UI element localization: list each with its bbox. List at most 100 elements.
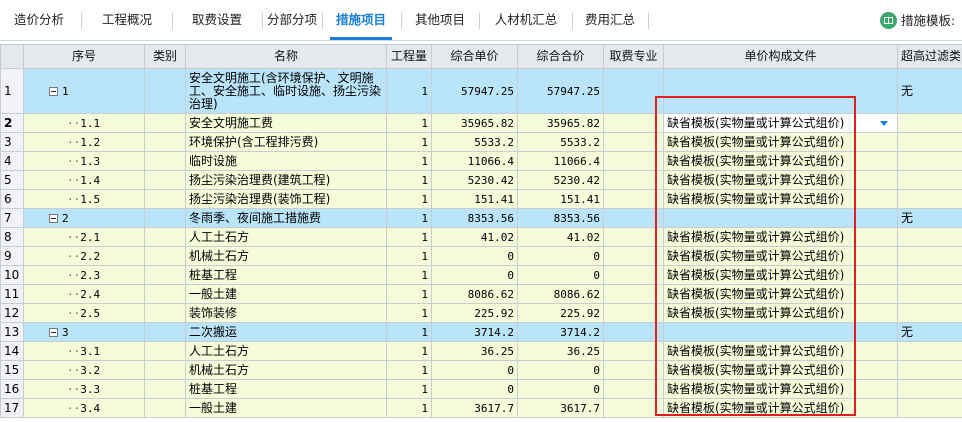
height-filter-cell[interactable] xyxy=(897,170,962,190)
fee-specialty-cell[interactable] xyxy=(603,379,664,399)
height-filter-cell[interactable] xyxy=(897,132,962,152)
seq-cell[interactable]: ··3.4 xyxy=(23,398,145,418)
name-cell[interactable]: 临时设施 xyxy=(185,151,387,171)
row-number[interactable]: 17 xyxy=(0,398,24,418)
height-filter-cell[interactable]: 无 xyxy=(897,68,962,114)
height-filter-cell[interactable]: 无 xyxy=(897,322,962,342)
seq-cell[interactable]: ··1.3 xyxy=(23,151,145,171)
category-cell[interactable] xyxy=(144,151,186,171)
total-price-cell[interactable]: 0 xyxy=(517,360,604,380)
table-row[interactable]: 15 ··3.2 机械土石方 1 0 0 缺省模板(实物量或计算公式组价) xyxy=(0,360,962,380)
fee-specialty-cell[interactable] xyxy=(603,227,664,247)
category-cell[interactable] xyxy=(144,379,186,399)
category-cell[interactable] xyxy=(144,322,186,342)
seq-cell[interactable]: 3 xyxy=(23,322,145,342)
header-unit-price-file[interactable]: 单价构成文件 xyxy=(663,44,898,69)
header-fee-specialty[interactable]: 取费专业 xyxy=(603,44,664,69)
table-row[interactable]: 7 2 冬雨季、夜间施工措施费 1 8353.56 8353.56 无 xyxy=(0,208,962,228)
total-price-cell[interactable]: 0 xyxy=(517,265,604,285)
name-cell[interactable]: 人工土石方 xyxy=(185,227,387,247)
tab-cost-analysis[interactable]: 造价分析 xyxy=(4,0,74,40)
fee-specialty-cell[interactable] xyxy=(603,208,664,228)
tab-fee-settings[interactable]: 取费设置 xyxy=(174,0,260,40)
fee-specialty-cell[interactable] xyxy=(603,189,664,209)
row-number[interactable]: 2 xyxy=(0,113,24,133)
fee-specialty-cell[interactable] xyxy=(603,132,664,152)
name-cell[interactable]: 安全文明施工(含环境保护、文明施工、安全施工、临时设施、扬尘污染治理) xyxy=(185,68,387,114)
seq-cell[interactable]: ··2.2 xyxy=(23,246,145,266)
quantity-cell[interactable]: 1 xyxy=(386,284,432,304)
seq-cell[interactable]: ··3.3 xyxy=(23,379,145,399)
height-filter-cell[interactable] xyxy=(897,284,962,304)
table-row[interactable]: 12 ··2.5 装饰装修 1 225.92 225.92 缺省模板(实物量或计算公式组价) xyxy=(0,303,962,323)
seq-cell[interactable]: ··2.3 xyxy=(23,265,145,285)
fee-specialty-cell[interactable] xyxy=(603,246,664,266)
unit-price-cell[interactable]: 0 xyxy=(431,379,518,399)
header-seq[interactable]: 序号 xyxy=(23,44,145,69)
seq-cell[interactable]: 1 xyxy=(23,68,145,114)
table-row[interactable]: 1 1 安全文明施工(含环境保护、文明施工、安全施工、临时设施、扬尘污染治理) 1 57… xyxy=(0,68,962,114)
unit-price-cell[interactable]: 41.02 xyxy=(431,227,518,247)
table-row[interactable]: 16 ··3.3 桩基工程 1 0 0 缺省模板(实物量或计算公式组价) xyxy=(0,379,962,399)
category-cell[interactable] xyxy=(144,68,186,114)
row-number[interactable]: 7 xyxy=(0,208,24,228)
seq-cell[interactable]: ··1.5 xyxy=(23,189,145,209)
height-filter-cell[interactable] xyxy=(897,189,962,209)
table-row[interactable]: 9 ··2.2 机械土石方 1 0 0 缺省模板(实物量或计算公式组价) xyxy=(0,246,962,266)
total-price-cell[interactable]: 5230.42 xyxy=(517,170,604,190)
unit-price-cell[interactable]: 3714.2 xyxy=(431,322,518,342)
total-price-cell[interactable]: 57947.25 xyxy=(517,68,604,114)
fee-specialty-cell[interactable] xyxy=(603,322,664,342)
category-cell[interactable] xyxy=(144,398,186,418)
unit-price-cell[interactable]: 225.92 xyxy=(431,303,518,323)
table-row[interactable]: 5 ··1.4 扬尘污染治理费(建筑工程) 1 5230.42 5230.42 缺省模板(实… xyxy=(0,170,962,190)
height-filter-cell[interactable] xyxy=(897,265,962,285)
row-number[interactable]: 9 xyxy=(0,246,24,266)
quantity-cell[interactable]: 1 xyxy=(386,132,432,152)
unit-price-file-cell[interactable]: 缺省模板(实物量或计算公式组价) xyxy=(663,227,898,247)
total-price-cell[interactable]: 5533.2 xyxy=(517,132,604,152)
fee-specialty-cell[interactable] xyxy=(603,68,664,114)
unit-price-cell[interactable]: 0 xyxy=(431,246,518,266)
table-row[interactable]: 10 ··2.3 桩基工程 1 0 0 缺省模板(实物量或计算公式组价) xyxy=(0,265,962,285)
table-row[interactable]: 4 ··1.3 临时设施 1 11066.4 11066.4 缺省模板(实物量或计算公式组价… xyxy=(0,151,962,171)
fee-specialty-cell[interactable] xyxy=(603,398,664,418)
name-cell[interactable]: 扬尘污染治理费(建筑工程) xyxy=(185,170,387,190)
header-total-price[interactable]: 综合合价 xyxy=(517,44,604,69)
unit-price-cell[interactable]: 8353.56 xyxy=(431,208,518,228)
fee-specialty-cell[interactable] xyxy=(603,113,664,133)
height-filter-cell[interactable] xyxy=(897,227,962,247)
height-filter-cell[interactable] xyxy=(897,341,962,361)
total-price-cell[interactable]: 225.92 xyxy=(517,303,604,323)
category-cell[interactable] xyxy=(144,360,186,380)
unit-price-cell[interactable]: 3617.7 xyxy=(431,398,518,418)
header-name[interactable]: 名称 xyxy=(185,44,387,69)
height-filter-cell[interactable] xyxy=(897,398,962,418)
table-row[interactable]: 17 ··3.4 一般土建 1 3617.7 3617.7 缺省模板(实物量或计算公式组价) xyxy=(0,398,962,418)
unit-price-file-cell[interactable]: 缺省模板(实物量或计算公式组价) xyxy=(663,284,898,304)
fee-specialty-cell[interactable] xyxy=(603,151,664,171)
name-cell[interactable]: 桩基工程 xyxy=(185,265,387,285)
total-price-cell[interactable]: 8353.56 xyxy=(517,208,604,228)
name-cell[interactable]: 装饰装修 xyxy=(185,303,387,323)
quantity-cell[interactable]: 1 xyxy=(386,246,432,266)
unit-price-file-cell[interactable] xyxy=(663,68,898,114)
header-category[interactable]: 类别 xyxy=(144,44,186,69)
row-number[interactable]: 1 xyxy=(0,68,24,114)
name-cell[interactable]: 一般土建 xyxy=(185,398,387,418)
unit-price-cell[interactable]: 8086.62 xyxy=(431,284,518,304)
tab-project-overview[interactable]: 工程概况 xyxy=(84,0,170,40)
row-number[interactable]: 8 xyxy=(0,227,24,247)
category-cell[interactable] xyxy=(144,265,186,285)
name-cell[interactable]: 安全文明施工费 xyxy=(185,113,387,133)
unit-price-cell[interactable]: 11066.4 xyxy=(431,151,518,171)
table-row[interactable]: 6 ··1.5 扬尘污染治理费(装饰工程) 1 151.41 151.41 缺省模板(实物量… xyxy=(0,189,962,209)
fee-specialty-cell[interactable] xyxy=(603,303,664,323)
name-cell[interactable]: 冬雨季、夜间施工措施费 xyxy=(185,208,387,228)
total-price-cell[interactable]: 0 xyxy=(517,379,604,399)
height-filter-cell[interactable] xyxy=(897,360,962,380)
fee-specialty-cell[interactable] xyxy=(603,284,664,304)
category-cell[interactable] xyxy=(144,208,186,228)
quantity-cell[interactable]: 1 xyxy=(386,68,432,114)
row-number[interactable]: 12 xyxy=(0,303,24,323)
